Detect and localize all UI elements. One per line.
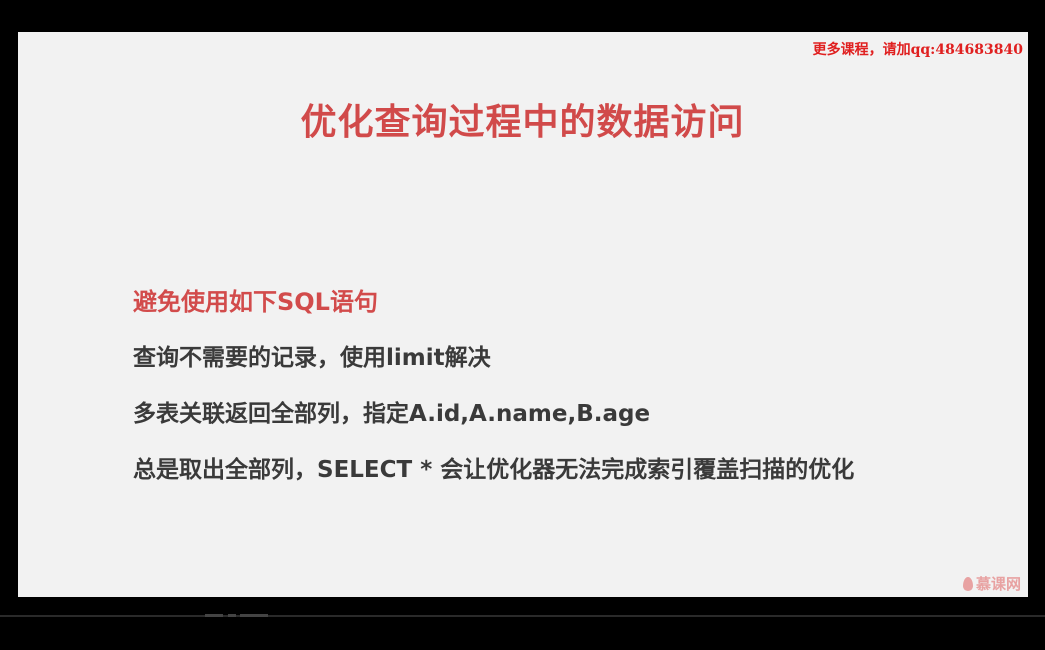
progress-segment	[240, 614, 268, 617]
progress-segment	[228, 614, 236, 617]
slide-content: 避免使用如下SQL语句 查询不需要的记录，使用limit解决 多表关联返回全部列…	[133, 284, 963, 516]
slide-title: 优化查询过程中的数据访问	[300, 102, 745, 143]
video-progress-track[interactable]	[0, 615, 1045, 617]
brand-logo-text: 慕课网	[975, 575, 1021, 593]
brand-logo: 慕课网	[962, 573, 1021, 594]
contact-watermark: 更多课程，请加qq:484683840	[812, 42, 1023, 58]
bullet-item-3: 总是取出全部列，SELECT * 会让优化器无法完成索引覆盖扫描的优化	[133, 457, 855, 483]
section-heading: 避免使用如下SQL语句	[133, 288, 378, 316]
bullet-item-2: 多表关联返回全部列，指定A.id,A.name,B.age	[133, 401, 651, 427]
progress-segment	[205, 614, 223, 617]
bullet-item-1: 查询不需要的记录，使用limit解决	[133, 345, 491, 371]
flame-icon	[962, 576, 973, 591]
video-frame: 更多课程，请加qq:484683840 优化查询过程中的数据访问 避免使用如下S…	[0, 0, 1045, 650]
